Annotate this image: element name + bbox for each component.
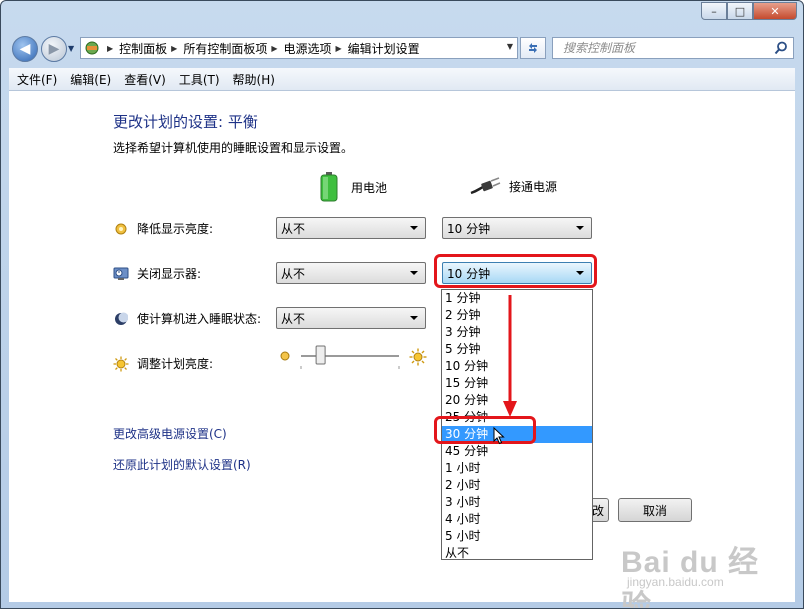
page-title: 更改计划的设置: 平衡 — [113, 113, 258, 131]
battery-icon — [320, 172, 338, 202]
mouse-cursor-icon — [493, 427, 505, 445]
history-dropdown-icon[interactable]: ▼ — [68, 44, 74, 53]
refresh-icon — [529, 43, 537, 53]
highlight-box — [434, 254, 597, 288]
power-plug-icon — [470, 177, 501, 195]
chevron-right-icon[interactable]: ▶ — [171, 44, 177, 53]
restore-defaults-link[interactable]: 还原此计划的默认设置(R) — [113, 456, 251, 473]
menu-edit[interactable]: 编辑(E) — [65, 71, 116, 88]
menu-tools[interactable]: 工具(T) — [174, 71, 225, 88]
address-bar[interactable]: ▶ 控制面板 ▶ 所有控制面板项 ▶ 电源选项 ▶ 编辑计划设置 ▼ — [80, 37, 518, 59]
setting-label: 调整计划亮度: — [137, 357, 214, 371]
red-down-arrow-icon — [503, 295, 517, 417]
dropdown-option[interactable]: 5 小时 — [442, 528, 592, 545]
chevron-down-icon — [576, 226, 584, 230]
select-value: 从不 — [281, 311, 306, 326]
cancel-button[interactable]: 取消 — [618, 498, 692, 522]
dropdown-option[interactable]: 3 小时 — [442, 494, 592, 511]
content-pane: 更改计划的设置: 平衡 选择希望计算机使用的睡眠设置和显示设置。 用电池 接通电… — [9, 91, 795, 608]
column-header-battery: 用电池 — [319, 171, 387, 203]
setting-dim-display: 降低显示亮度: — [113, 220, 213, 237]
back-arrow-icon: ◀ — [19, 41, 31, 57]
dropdown-option[interactable]: 15 分钟 — [442, 375, 592, 392]
sun-brightness-icon — [113, 356, 129, 372]
minimize-button[interactable]: – — [701, 2, 727, 20]
dropdown-option[interactable]: 2 分钟 — [442, 307, 592, 324]
select-value: 从不 — [281, 221, 306, 236]
title-bar: – □ ✕ — [1, 1, 803, 29]
menu-bar: 文件(F) 编辑(E) 查看(V) 工具(T) 帮助(H) — [9, 68, 795, 91]
search-input[interactable] — [561, 40, 775, 56]
dropdown-option[interactable]: 5 分钟 — [442, 341, 592, 358]
dropdown-option[interactable]: 1 小时 — [442, 460, 592, 477]
dropdown-option[interactable]: 2 小时 — [442, 477, 592, 494]
breadcrumb-item[interactable]: 所有控制面板项 — [183, 40, 267, 57]
dropdown-option[interactable]: 3 分钟 — [442, 324, 592, 341]
turn-off-display-battery-select[interactable]: 从不 — [276, 262, 426, 284]
dropdown-option[interactable]: 从不 — [442, 545, 592, 559]
breadcrumb-item[interactable]: 控制面板 — [119, 40, 167, 57]
bright-sun-icon — [409, 348, 427, 369]
dropdown-option[interactable]: 10 分钟 — [442, 358, 592, 375]
forward-arrow-icon: ▶ — [48, 41, 60, 57]
advanced-power-settings-link[interactable]: 更改高级电源设置(C) — [113, 425, 227, 442]
select-value: 10 分钟 — [447, 221, 491, 236]
setting-sleep: 使计算机进入睡眠状态: — [113, 310, 261, 327]
search-icon[interactable] — [774, 41, 788, 55]
dropdown-option[interactable]: 20 分钟 — [442, 392, 592, 409]
refresh-button[interactable] — [520, 37, 546, 59]
watermark-brand: Bai du 经验 — [621, 546, 760, 609]
chevron-down-icon — [410, 271, 418, 275]
moon-sleep-icon — [113, 311, 129, 327]
breadcrumb-item[interactable]: 电源选项 — [284, 40, 332, 57]
menu-file[interactable]: 文件(F) — [12, 71, 62, 88]
forward-button[interactable]: ▶ — [41, 36, 67, 62]
dim-sun-icon — [280, 351, 290, 361]
dropdown-option[interactable]: 45 分钟 — [442, 443, 592, 460]
dropdown-option[interactable]: 1 分钟 — [442, 290, 592, 307]
search-box[interactable] — [552, 37, 794, 59]
plugged-label: 接通电源 — [509, 179, 558, 194]
dropdown-option[interactable]: 4 小时 — [442, 511, 592, 528]
sleep-battery-select[interactable]: 从不 — [276, 307, 426, 329]
setting-brightness: 调整计划亮度: — [113, 355, 213, 372]
baidu-watermark: Bai du 经验 jingyan.baidu.com — [621, 537, 771, 608]
setting-label: 使计算机进入睡眠状态: — [137, 312, 262, 326]
column-header-plugged: 接通电源 — [469, 177, 557, 195]
display-timer-icon — [113, 266, 129, 282]
setting-turn-off-display: 关闭显示器: — [113, 265, 201, 282]
slider-thumb — [315, 345, 326, 365]
menu-view[interactable]: 查看(V) — [119, 71, 171, 88]
address-row: ◀ ▶ ▼ ▶ 控制面板 ▶ 所有控制面板项 ▶ 电源选项 ▶ 编辑计划设置 ▼ — [1, 31, 803, 65]
battery-brightness-slider[interactable] — [279, 343, 411, 371]
chevron-right-icon: ▶ — [107, 43, 114, 53]
setting-label: 关闭显示器: — [137, 267, 202, 281]
select-value: 从不 — [281, 266, 306, 281]
chevron-down-icon — [410, 226, 418, 230]
address-dropdown-icon[interactable]: ▼ — [507, 42, 513, 51]
control-panel-icon — [81, 38, 103, 58]
chevron-right-icon[interactable]: ▶ — [271, 44, 277, 53]
dim-display-battery-select[interactable]: 从不 — [276, 217, 426, 239]
watermark-url: jingyan.baidu.com — [627, 575, 724, 589]
chevron-down-icon — [410, 316, 418, 320]
dim-display-plugged-select[interactable]: 10 分钟 — [442, 217, 592, 239]
button-label: 取消 — [642, 503, 667, 518]
battery-label: 用电池 — [351, 180, 388, 195]
window-controls: – □ ✕ — [701, 2, 797, 20]
breadcrumb: ▶ 控制面板 ▶ 所有控制面板项 ▶ 电源选项 ▶ 编辑计划设置 — [103, 40, 420, 57]
setting-label: 降低显示亮度: — [137, 222, 214, 236]
menu-help[interactable]: 帮助(H) — [228, 71, 280, 88]
close-button[interactable]: ✕ — [753, 2, 797, 20]
chevron-right-icon[interactable]: ▶ — [336, 44, 342, 53]
breadcrumb-item[interactable]: 编辑计划设置 — [348, 40, 420, 57]
back-button[interactable]: ◀ — [12, 36, 38, 62]
dim-brightness-icon — [113, 221, 129, 237]
page-subtitle: 选择希望计算机使用的睡眠设置和显示设置。 — [113, 141, 354, 155]
button-label: 改 — [591, 503, 604, 518]
maximize-button[interactable]: □ — [727, 2, 753, 20]
selected-option-highlight — [434, 416, 536, 444]
window-frame: – □ ✕ ◀ ▶ ▼ ▶ 控制面板 ▶ 所有控制面板项 ▶ 电源选项 ▶ 编辑… — [0, 0, 804, 609]
